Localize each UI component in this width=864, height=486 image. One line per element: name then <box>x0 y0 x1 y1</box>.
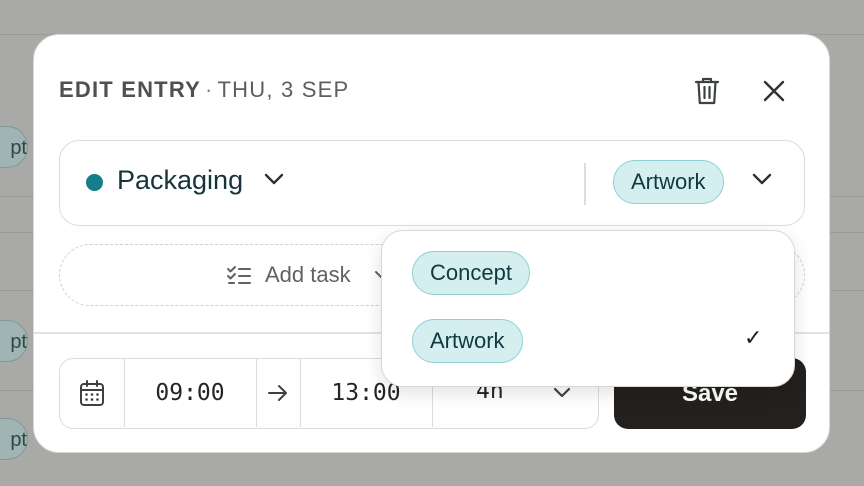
delete-button[interactable] <box>687 71 727 111</box>
checkmark-icon: ✓ <box>744 325 763 350</box>
time-arrow <box>256 359 301 427</box>
date-picker-button[interactable] <box>60 359 125 427</box>
project-selector-row: Packaging Artwork <box>59 140 805 226</box>
modal-title-separator: · <box>204 77 214 102</box>
chevron-down-icon <box>264 173 284 185</box>
selected-tag-pill[interactable]: Artwork <box>613 160 724 204</box>
close-icon <box>763 80 785 102</box>
arrow-right-icon <box>268 385 287 401</box>
project-name: Packaging <box>117 165 244 195</box>
chevron-down-icon <box>553 387 571 398</box>
tag-option-label: Artwork <box>412 319 523 363</box>
row-divider <box>584 163 586 205</box>
tag-option-artwork[interactable]: Artwork ✓ <box>382 299 793 367</box>
tag-dropdown-chevron-icon[interactable] <box>750 171 774 187</box>
end-time-value: 13:00 <box>331 380 401 406</box>
bg-tag-pill: pt <box>0 418 28 460</box>
bg-pill-text: pt <box>10 331 27 353</box>
bg-pill-text: pt <box>10 137 27 159</box>
tag-dropdown-menu: Concept Artwork ✓ <box>381 230 795 387</box>
start-time-value: 09:00 <box>155 380 225 406</box>
calendar-icon <box>80 380 104 406</box>
start-time-input[interactable]: 09:00 <box>124 359 257 427</box>
trash-icon <box>694 77 720 105</box>
modal-title-edit: EDIT ENTRY <box>59 77 201 102</box>
bg-tag-pill: pt <box>0 320 28 362</box>
bg-pill-text: pt <box>10 429 27 451</box>
close-button[interactable] <box>754 71 794 111</box>
add-task-label: Add task <box>265 262 351 287</box>
modal-title: EDIT ENTRY · THU, 3 SEP <box>59 77 349 103</box>
task-list-icon <box>227 266 251 284</box>
tag-option-label: Concept <box>412 251 530 295</box>
modal-title-date: THU, 3 SEP <box>217 77 350 102</box>
tag-option-concept[interactable]: Concept <box>382 231 793 299</box>
bg-tag-pill: pt <box>0 126 28 168</box>
project-color-dot <box>86 174 103 191</box>
